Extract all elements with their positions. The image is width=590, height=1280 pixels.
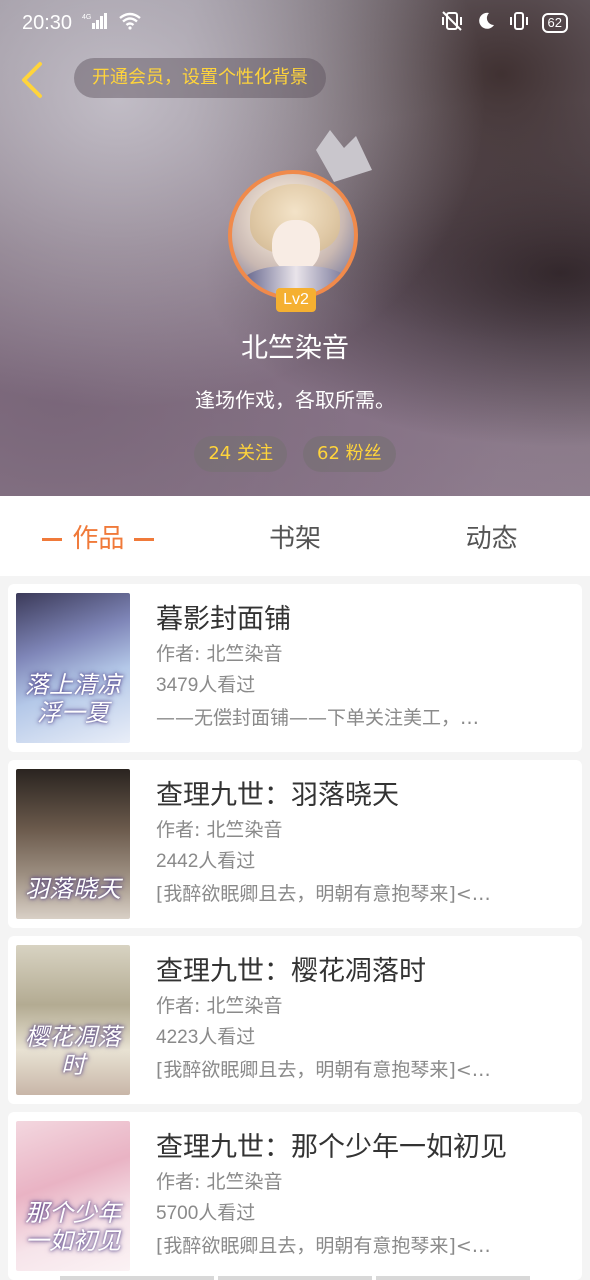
mute-vibrate-icon [440, 10, 464, 37]
vibrate-icon [508, 11, 530, 36]
status-bar: 20:30 4G 62 [0, 0, 590, 46]
tab-label: 动态 [465, 523, 518, 554]
book-author: 作者: 北竺染音 [156, 819, 283, 841]
work-card[interactable]: 落上清凉浮一夏 暮影封面铺 作者: 北竺染音 3479人看过 ——无偿封面铺——… [8, 584, 582, 752]
tab-activity[interactable]: 动态 [393, 518, 590, 555]
book-author: 作者: 北竺染音 [156, 1171, 283, 1193]
cover-title: 那个少年一如初见 [25, 1199, 121, 1255]
book-title: 查理九世：那个少年一如初见 [156, 1132, 507, 1163]
book-views: 4223人看过 [156, 1027, 256, 1048]
vip-background-banner[interactable]: 开通会员，设置个性化背景 [74, 58, 326, 98]
level-badge: Lv2 [276, 288, 316, 312]
active-tab-dash-right [134, 537, 155, 541]
book-cover: 羽落晓天 [16, 769, 130, 919]
book-title: 查理九世：樱花凋落时 [156, 956, 426, 987]
book-description: [我醉欲眠卿且去，明朝有意抱琴来]<… [156, 1235, 491, 1257]
book-views: 3479人看过 [156, 675, 256, 696]
book-title: 暮影封面铺 [156, 604, 291, 635]
work-card[interactable]: 那个少年一如初见 查理九世：那个少年一如初见 作者: 北竺染音 5700人看过 … [8, 1112, 582, 1280]
tab-works[interactable]: 作品 [0, 518, 197, 555]
book-cover: 樱花凋落时 [16, 945, 130, 1095]
back-button[interactable] [14, 58, 50, 102]
work-card[interactable]: 羽落晓天 查理九世：羽落晓天 作者: 北竺染音 2442人看过 [我醉欲眠卿且去… [8, 760, 582, 928]
signal-icon: 4G [82, 12, 108, 35]
cover-title: 樱花凋落时 [25, 1023, 121, 1079]
chevron-left-icon [22, 62, 42, 98]
tab-label: 书架 [269, 523, 322, 554]
cover-title: 落上清凉浮一夏 [25, 671, 121, 727]
book-description: [我醉欲眠卿且去，明朝有意抱琴来]<… [156, 883, 491, 905]
following-count[interactable]: 24 关注 [194, 436, 287, 472]
work-card[interactable]: 樱花凋落时 查理九世：樱花凋落时 作者: 北竺染音 4223人看过 [我醉欲眠卿… [8, 936, 582, 1104]
user-signature: 逢场作戏，各取所需。 [195, 388, 395, 412]
book-views: 5700人看过 [156, 1203, 256, 1224]
profile-tabs: 作品 书架 动态 [0, 496, 590, 576]
status-time: 20:30 [22, 11, 73, 34]
book-cover: 那个少年一如初见 [16, 1121, 130, 1271]
book-title: 查理九世：羽落晓天 [156, 780, 399, 811]
tab-bookshelf[interactable]: 书架 [197, 518, 394, 555]
active-tab-dash-left [42, 537, 63, 541]
avatar[interactable] [228, 170, 358, 300]
cover-title: 羽落晓天 [25, 875, 121, 903]
user-stats: 24 关注 62 粉丝 [0, 436, 590, 472]
wifi-icon [118, 12, 142, 35]
book-description: ——无偿封面铺——下单关注美工，… [156, 707, 480, 729]
battery-indicator: 62 [541, 13, 568, 33]
followers-count[interactable]: 62 粉丝 [303, 436, 396, 472]
tab-label: 作品 [72, 523, 125, 554]
profile-header: 20:30 4G 62 开通会员，设置个性化背景 Lv2 北竺染音 逢场作戏，各… [0, 0, 590, 496]
network-type: 4G [82, 14, 91, 21]
book-author: 作者: 北竺染音 [156, 995, 283, 1017]
bottom-nav-hint [0, 1276, 590, 1280]
book-description: [我醉欲眠卿且去，明朝有意抱琴来]<… [156, 1059, 491, 1081]
moon-icon [476, 11, 496, 36]
book-author: 作者: 北竺染音 [156, 643, 283, 665]
book-cover: 落上清凉浮一夏 [16, 593, 130, 743]
book-views: 2442人看过 [156, 851, 256, 872]
user-name: 北竺染音 [241, 333, 349, 364]
